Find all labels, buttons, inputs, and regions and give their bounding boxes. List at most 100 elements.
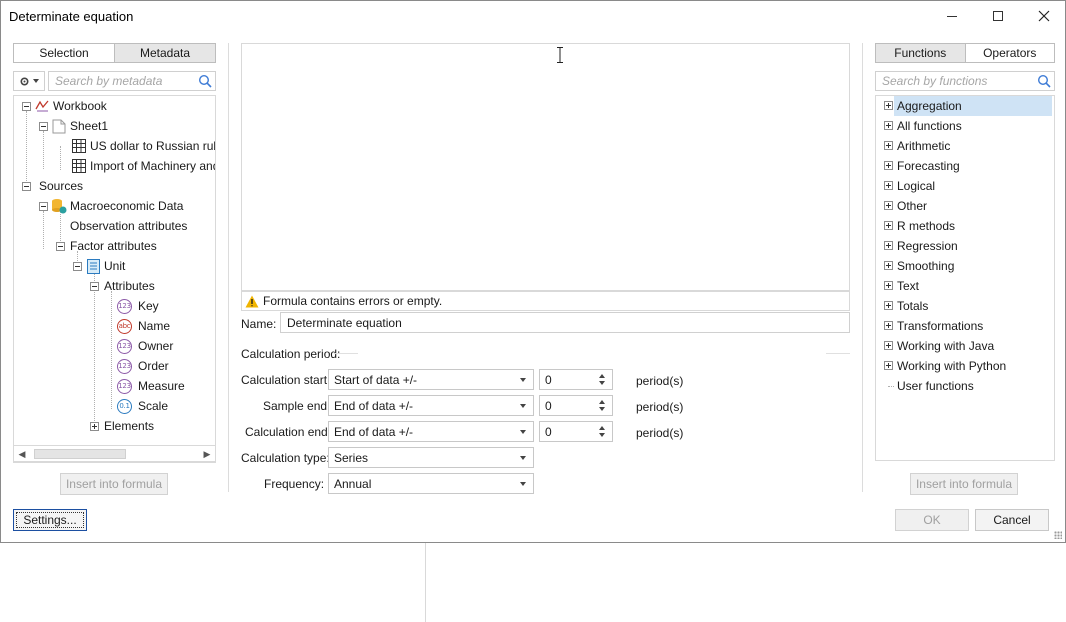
calculation-type-select[interactable]: Series bbox=[328, 447, 534, 468]
collapse-icon[interactable] bbox=[39, 121, 48, 131]
expand-icon[interactable] bbox=[884, 301, 893, 310]
tree-node-attr-measure[interactable]: 123 Measure bbox=[117, 376, 185, 396]
tab-operators[interactable]: Operators bbox=[964, 44, 1054, 62]
calculation-start-select[interactable]: Start of data +/- bbox=[328, 369, 534, 390]
tree-node-attributes[interactable]: Attributes bbox=[90, 276, 155, 296]
expand-icon[interactable] bbox=[884, 281, 893, 290]
function-group-item[interactable]: Logical bbox=[876, 176, 1052, 196]
maximize-button[interactable] bbox=[975, 1, 1021, 31]
functions-search-input[interactable]: Search by functions bbox=[875, 71, 1055, 91]
tree-horizontal-scrollbar[interactable]: ◀ ▶ bbox=[13, 445, 216, 462]
spin-down-icon[interactable] bbox=[599, 433, 605, 437]
tab-functions[interactable]: Functions bbox=[876, 44, 965, 62]
scrollbar-thumb[interactable] bbox=[34, 449, 126, 459]
sample-end-select[interactable]: End of data +/- bbox=[328, 395, 534, 416]
tree-node-unit[interactable]: Unit bbox=[73, 256, 125, 276]
tree-node-workbook[interactable]: Workbook bbox=[22, 96, 107, 116]
name-field[interactable]: Determinate equation bbox=[280, 312, 850, 333]
spin-up-icon[interactable] bbox=[599, 400, 605, 404]
expand-icon[interactable] bbox=[884, 141, 893, 150]
expand-icon[interactable] bbox=[884, 201, 893, 210]
function-group-item[interactable]: R methods bbox=[876, 216, 1052, 236]
expand-icon[interactable] bbox=[884, 181, 893, 190]
function-group-item[interactable]: Working with Python bbox=[876, 356, 1052, 376]
minimize-button[interactable] bbox=[929, 1, 975, 31]
expand-icon[interactable] bbox=[884, 161, 893, 170]
sheet-icon bbox=[51, 118, 67, 134]
chevron-down-icon bbox=[33, 79, 39, 83]
tree-node-macroeconomic-data[interactable]: Macroeconomic Data bbox=[39, 196, 183, 216]
expand-icon[interactable] bbox=[884, 261, 893, 270]
tree-node-table-usd-rub[interactable]: US dollar to Russian rubl bbox=[68, 136, 215, 156]
chevron-down-icon bbox=[520, 404, 526, 408]
metadata-tree: Workbook Sheet1 US dollar to Russian rub… bbox=[13, 95, 216, 463]
collapse-icon[interactable] bbox=[22, 101, 31, 111]
function-group-label: Forecasting bbox=[897, 159, 960, 173]
close-button[interactable] bbox=[1021, 1, 1066, 31]
function-group-item[interactable]: Other bbox=[876, 196, 1052, 216]
collapse-icon[interactable] bbox=[73, 261, 82, 271]
function-group-item[interactable]: Smoothing bbox=[876, 256, 1052, 276]
settings-dropdown[interactable] bbox=[13, 71, 45, 91]
tree-node-attr-name[interactable]: abc Name bbox=[117, 316, 170, 336]
tree-node-attr-scale[interactable]: 0.1 Scale bbox=[117, 396, 168, 416]
spin-up-icon[interactable] bbox=[599, 426, 605, 430]
right-insert-into-formula-button[interactable]: Insert into formula bbox=[910, 473, 1018, 495]
function-group-item[interactable]: Text bbox=[876, 276, 1052, 296]
expand-icon[interactable] bbox=[884, 321, 893, 330]
ok-button[interactable]: OK bbox=[895, 509, 969, 531]
function-group-item[interactable]: Regression bbox=[876, 236, 1052, 256]
tree-node-attr-order[interactable]: 123 Order bbox=[117, 356, 169, 376]
tree-label: Sheet1 bbox=[70, 119, 109, 133]
function-group-item[interactable]: Totals bbox=[876, 296, 1052, 316]
collapse-icon[interactable] bbox=[22, 181, 31, 191]
tree-node-attr-owner[interactable]: 123 Owner bbox=[117, 336, 173, 356]
tree-node-observation-attributes[interactable]: Observation attributes bbox=[70, 216, 187, 236]
expand-icon[interactable] bbox=[884, 121, 893, 130]
sample-end-offset-stepper[interactable]: 0 bbox=[539, 395, 613, 416]
tree-node-factor-attributes[interactable]: Factor attributes bbox=[56, 236, 157, 256]
function-group-item[interactable]: Working with Java bbox=[876, 336, 1052, 356]
spin-down-icon[interactable] bbox=[599, 407, 605, 411]
tree-node-sheet1[interactable]: Sheet1 bbox=[39, 116, 108, 136]
formula-editor[interactable] bbox=[241, 43, 850, 291]
calculation-end-offset-stepper[interactable]: 0 bbox=[539, 421, 613, 442]
tree-node-elements[interactable]: Elements bbox=[90, 416, 154, 436]
function-group-item[interactable]: Transformations bbox=[876, 316, 1052, 336]
frequency-select[interactable]: Annual bbox=[328, 473, 534, 494]
tab-selection[interactable]: Selection bbox=[14, 44, 114, 62]
collapse-icon[interactable] bbox=[56, 241, 65, 251]
spin-down-icon[interactable] bbox=[599, 381, 605, 385]
user-functions-item[interactable]: User functions bbox=[876, 376, 1052, 396]
left-insert-into-formula-button[interactable]: Insert into formula bbox=[60, 473, 168, 495]
collapse-icon[interactable] bbox=[90, 281, 99, 291]
function-group-item[interactable]: Arithmetic bbox=[876, 136, 1052, 156]
function-group-item[interactable]: Forecasting bbox=[876, 156, 1052, 176]
settings-button[interactable]: Settings... bbox=[13, 509, 87, 531]
spin-up-icon[interactable] bbox=[599, 374, 605, 378]
scroll-left-icon[interactable]: ◀ bbox=[16, 448, 28, 460]
collapse-icon[interactable] bbox=[39, 201, 48, 211]
text-cursor-icon bbox=[557, 47, 563, 63]
scroll-right-icon[interactable]: ▶ bbox=[201, 448, 213, 460]
expand-icon[interactable] bbox=[884, 341, 893, 350]
function-group-item[interactable]: Aggregation bbox=[876, 96, 1052, 116]
tab-metadata[interactable]: Metadata bbox=[114, 44, 215, 62]
right-tabs: Functions Operators bbox=[875, 43, 1055, 63]
expand-icon[interactable] bbox=[884, 221, 893, 230]
function-group-item[interactable]: All functions bbox=[876, 116, 1052, 136]
tree-node-sources[interactable]: Sources bbox=[22, 176, 83, 196]
tree-node-table-import[interactable]: Import of Machinery and bbox=[68, 156, 215, 176]
resize-grip-icon[interactable] bbox=[1054, 531, 1062, 539]
metadata-search-input[interactable]: Search by metadata bbox=[48, 71, 216, 91]
tree-node-attr-key[interactable]: 123 Key bbox=[117, 296, 159, 316]
expand-icon[interactable] bbox=[90, 421, 99, 431]
expand-icon[interactable] bbox=[884, 101, 893, 110]
cancel-button[interactable]: Cancel bbox=[975, 509, 1049, 531]
expand-icon[interactable] bbox=[884, 241, 893, 250]
calculation-start-offset-stepper[interactable]: 0 bbox=[539, 369, 613, 390]
function-group-label: Smoothing bbox=[897, 259, 955, 273]
workbook-icon bbox=[34, 98, 50, 114]
expand-icon[interactable] bbox=[884, 361, 893, 370]
calculation-end-select[interactable]: End of data +/- bbox=[328, 421, 534, 442]
